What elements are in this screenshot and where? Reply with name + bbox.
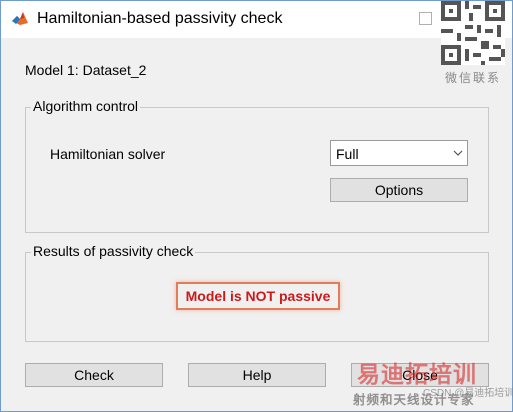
model-label: Model 1: Dataset_2: [25, 62, 147, 78]
options-button[interactable]: Options: [330, 178, 468, 202]
algorithm-control-title: Algorithm control: [31, 98, 141, 114]
algorithm-control-panel: Algorithm control Hamiltonian solver Ful…: [25, 98, 489, 233]
help-button[interactable]: Help: [188, 363, 326, 387]
maximize-icon[interactable]: [419, 12, 432, 25]
watermark: 易迪拓培训 CSDN @易迪拓培训 射频和天线设计专家: [353, 355, 513, 411]
solver-select-value: Full: [336, 146, 359, 162]
qr-caption: 微信联系: [445, 71, 502, 85]
solver-label: Hamiltonian solver: [50, 146, 166, 162]
results-panel: Results of passivity check Model is NOT …: [25, 243, 489, 342]
passivity-status: Model is NOT passive: [176, 282, 340, 310]
check-button[interactable]: Check: [25, 363, 163, 387]
results-title: Results of passivity check: [31, 243, 196, 259]
chevron-down-icon: [453, 150, 463, 156]
qr-code-icon: [441, 1, 505, 65]
dialog-window: Hamiltonian-based passivity check ✕ 微信联系…: [0, 0, 513, 412]
title-bar[interactable]: Hamiltonian-based passivity check ✕: [1, 1, 512, 38]
window-title: Hamiltonian-based passivity check: [37, 10, 283, 27]
matlab-icon: [12, 12, 28, 25]
solver-select[interactable]: Full: [330, 140, 468, 166]
watermark-slogan: 射频和天线设计专家: [353, 393, 475, 407]
